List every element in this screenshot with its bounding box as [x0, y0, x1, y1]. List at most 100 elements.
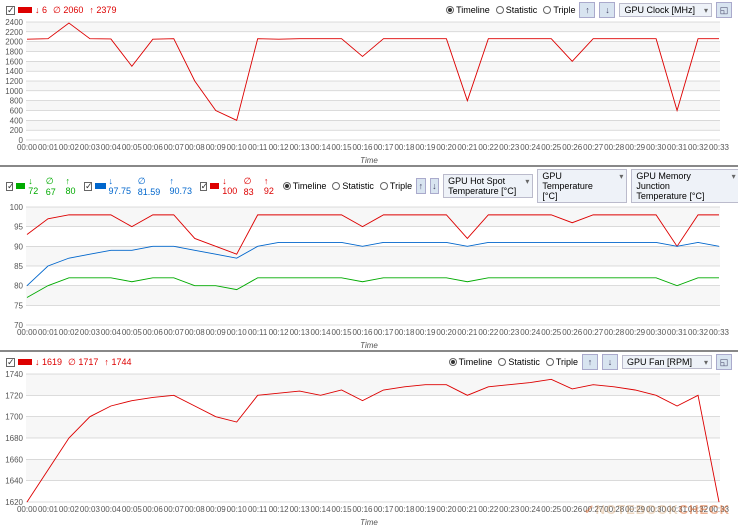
- svg-text:00:22: 00:22: [478, 143, 499, 152]
- radio-statistic[interactable]: Statistic: [496, 5, 538, 15]
- svg-text:00:28: 00:28: [604, 328, 625, 337]
- watermark-check-icon: ✓: [584, 502, 596, 517]
- svg-text:00:26: 00:26: [562, 328, 583, 337]
- sort-asc-icon[interactable]: ↑: [416, 178, 426, 194]
- sort-asc-icon[interactable]: ↑: [582, 354, 598, 370]
- radio-triple[interactable]: Triple: [546, 357, 578, 367]
- expand-icon[interactable]: ◱: [716, 354, 732, 370]
- svg-text:00:26: 00:26: [562, 505, 583, 514]
- dropdown-label: GPU Fan [RPM]: [627, 357, 692, 367]
- svg-text:00:10: 00:10: [227, 143, 248, 152]
- svg-text:800: 800: [10, 97, 24, 106]
- svg-text:00:04: 00:04: [101, 143, 122, 152]
- svg-text:00:20: 00:20: [436, 328, 457, 337]
- expand-icon[interactable]: ◱: [716, 2, 732, 18]
- sort-desc-icon[interactable]: ↓: [430, 178, 440, 194]
- radio-triple[interactable]: Triple: [543, 5, 575, 15]
- svg-text:1660: 1660: [5, 455, 23, 464]
- chevron-down-icon: ▾: [704, 358, 708, 367]
- svg-text:00:08: 00:08: [185, 505, 206, 514]
- series-toggle[interactable]: [6, 358, 15, 367]
- svg-text:00:00: 00:00: [17, 328, 38, 337]
- svg-text:00:03: 00:03: [80, 328, 101, 337]
- metric-dropdown[interactable]: GPU Memory Junction Temperature [°C]▾: [631, 169, 738, 203]
- sort-desc-icon[interactable]: ↓: [599, 2, 615, 18]
- stat-min: 72: [28, 176, 40, 196]
- svg-text:00:11: 00:11: [248, 328, 268, 337]
- svg-text:00:04: 00:04: [101, 328, 122, 337]
- svg-text:00:26: 00:26: [562, 143, 583, 152]
- series-toggle[interactable]: [84, 182, 91, 191]
- metric-dropdown[interactable]: GPU Clock [MHz]▾: [619, 3, 712, 17]
- svg-text:85: 85: [14, 262, 23, 271]
- legend-series: 1008392: [200, 176, 279, 197]
- svg-text:00:06: 00:06: [143, 143, 164, 152]
- svg-text:00:23: 00:23: [499, 143, 520, 152]
- stat-avg: 2060: [53, 5, 83, 16]
- radio-label: Statistic: [342, 181, 374, 191]
- svg-text:1740: 1740: [5, 370, 23, 379]
- series-toggle[interactable]: [6, 6, 15, 15]
- series-swatch-icon: [210, 183, 220, 189]
- svg-text:00:20: 00:20: [436, 505, 457, 514]
- radio-statistic[interactable]: Statistic: [332, 181, 374, 191]
- svg-text:00:07: 00:07: [164, 143, 185, 152]
- svg-text:00:09: 00:09: [206, 505, 227, 514]
- svg-text:00:33: 00:33: [709, 328, 730, 337]
- metric-dropdown[interactable]: GPU Fan [RPM] ▾: [622, 355, 712, 369]
- series-swatch-icon: [16, 183, 25, 189]
- svg-text:00:06: 00:06: [143, 328, 164, 337]
- svg-text:1200: 1200: [5, 77, 23, 86]
- svg-text:00:05: 00:05: [122, 505, 143, 514]
- radio-timeline[interactable]: Timeline: [283, 181, 327, 191]
- stat-min: 1619: [35, 357, 62, 367]
- svg-text:00:30: 00:30: [646, 328, 667, 337]
- svg-text:1700: 1700: [5, 413, 23, 422]
- view-mode-radio-group: Timeline Statistic Triple: [446, 5, 575, 15]
- radio-triple[interactable]: Triple: [380, 181, 412, 191]
- stat-min: 97.75: [109, 176, 132, 196]
- svg-text:00:15: 00:15: [332, 328, 353, 337]
- metric-dropdown[interactable]: GPU Hot Spot Temperature [°C]▾: [443, 174, 533, 198]
- svg-text:00:08: 00:08: [185, 143, 206, 152]
- svg-text:00:24: 00:24: [520, 143, 541, 152]
- radio-statistic[interactable]: Statistic: [498, 357, 540, 367]
- svg-text:00:23: 00:23: [499, 505, 520, 514]
- stat-max: 90.73: [169, 176, 192, 196]
- svg-text:1720: 1720: [5, 391, 23, 400]
- svg-text:00:21: 00:21: [457, 143, 478, 152]
- svg-text:00:32: 00:32: [688, 328, 709, 337]
- radio-timeline[interactable]: Timeline: [449, 357, 493, 367]
- svg-text:00:12: 00:12: [269, 143, 290, 152]
- series-toggle[interactable]: [200, 182, 207, 191]
- svg-text:00:18: 00:18: [394, 328, 415, 337]
- x-axis-title: Time: [0, 341, 738, 350]
- view-mode-radio-group: Timeline Statistic Triple: [449, 357, 578, 367]
- svg-text:00:02: 00:02: [59, 328, 80, 337]
- metric-dropdown[interactable]: GPU Temperature [°C]▾: [537, 169, 627, 203]
- sort-desc-icon[interactable]: ↓: [602, 354, 618, 370]
- panel-controls: Timeline Statistic Triple ↑↓ GPU Clock [MHz]…: [446, 2, 732, 18]
- view-mode-radio-group: Timeline Statistic Triple: [283, 181, 412, 191]
- svg-text:00:16: 00:16: [352, 328, 373, 337]
- series-swatch-icon: [18, 359, 32, 365]
- svg-text:1800: 1800: [5, 48, 23, 57]
- svg-text:00:03: 00:03: [80, 143, 101, 152]
- svg-text:00:01: 00:01: [38, 505, 59, 514]
- stat-max: 2379: [89, 5, 116, 15]
- sort-asc-icon[interactable]: ↑: [579, 2, 595, 18]
- radio-timeline[interactable]: Timeline: [446, 5, 490, 15]
- stat-avg: 67: [46, 176, 60, 197]
- svg-text:00:01: 00:01: [38, 328, 59, 337]
- svg-text:2200: 2200: [5, 28, 23, 37]
- svg-text:75: 75: [14, 301, 23, 310]
- radio-label: Statistic: [508, 357, 540, 367]
- svg-text:00:30: 00:30: [646, 143, 667, 152]
- svg-text:00:15: 00:15: [332, 505, 353, 514]
- radio-label: Triple: [556, 357, 578, 367]
- series-toggle[interactable]: [6, 182, 13, 191]
- chevron-down-icon: ▾: [619, 172, 623, 181]
- svg-text:1680: 1680: [5, 434, 23, 443]
- panel-header: 72678097.7581.5990.731008392TimelineStat…: [0, 167, 738, 205]
- svg-text:95: 95: [14, 223, 23, 232]
